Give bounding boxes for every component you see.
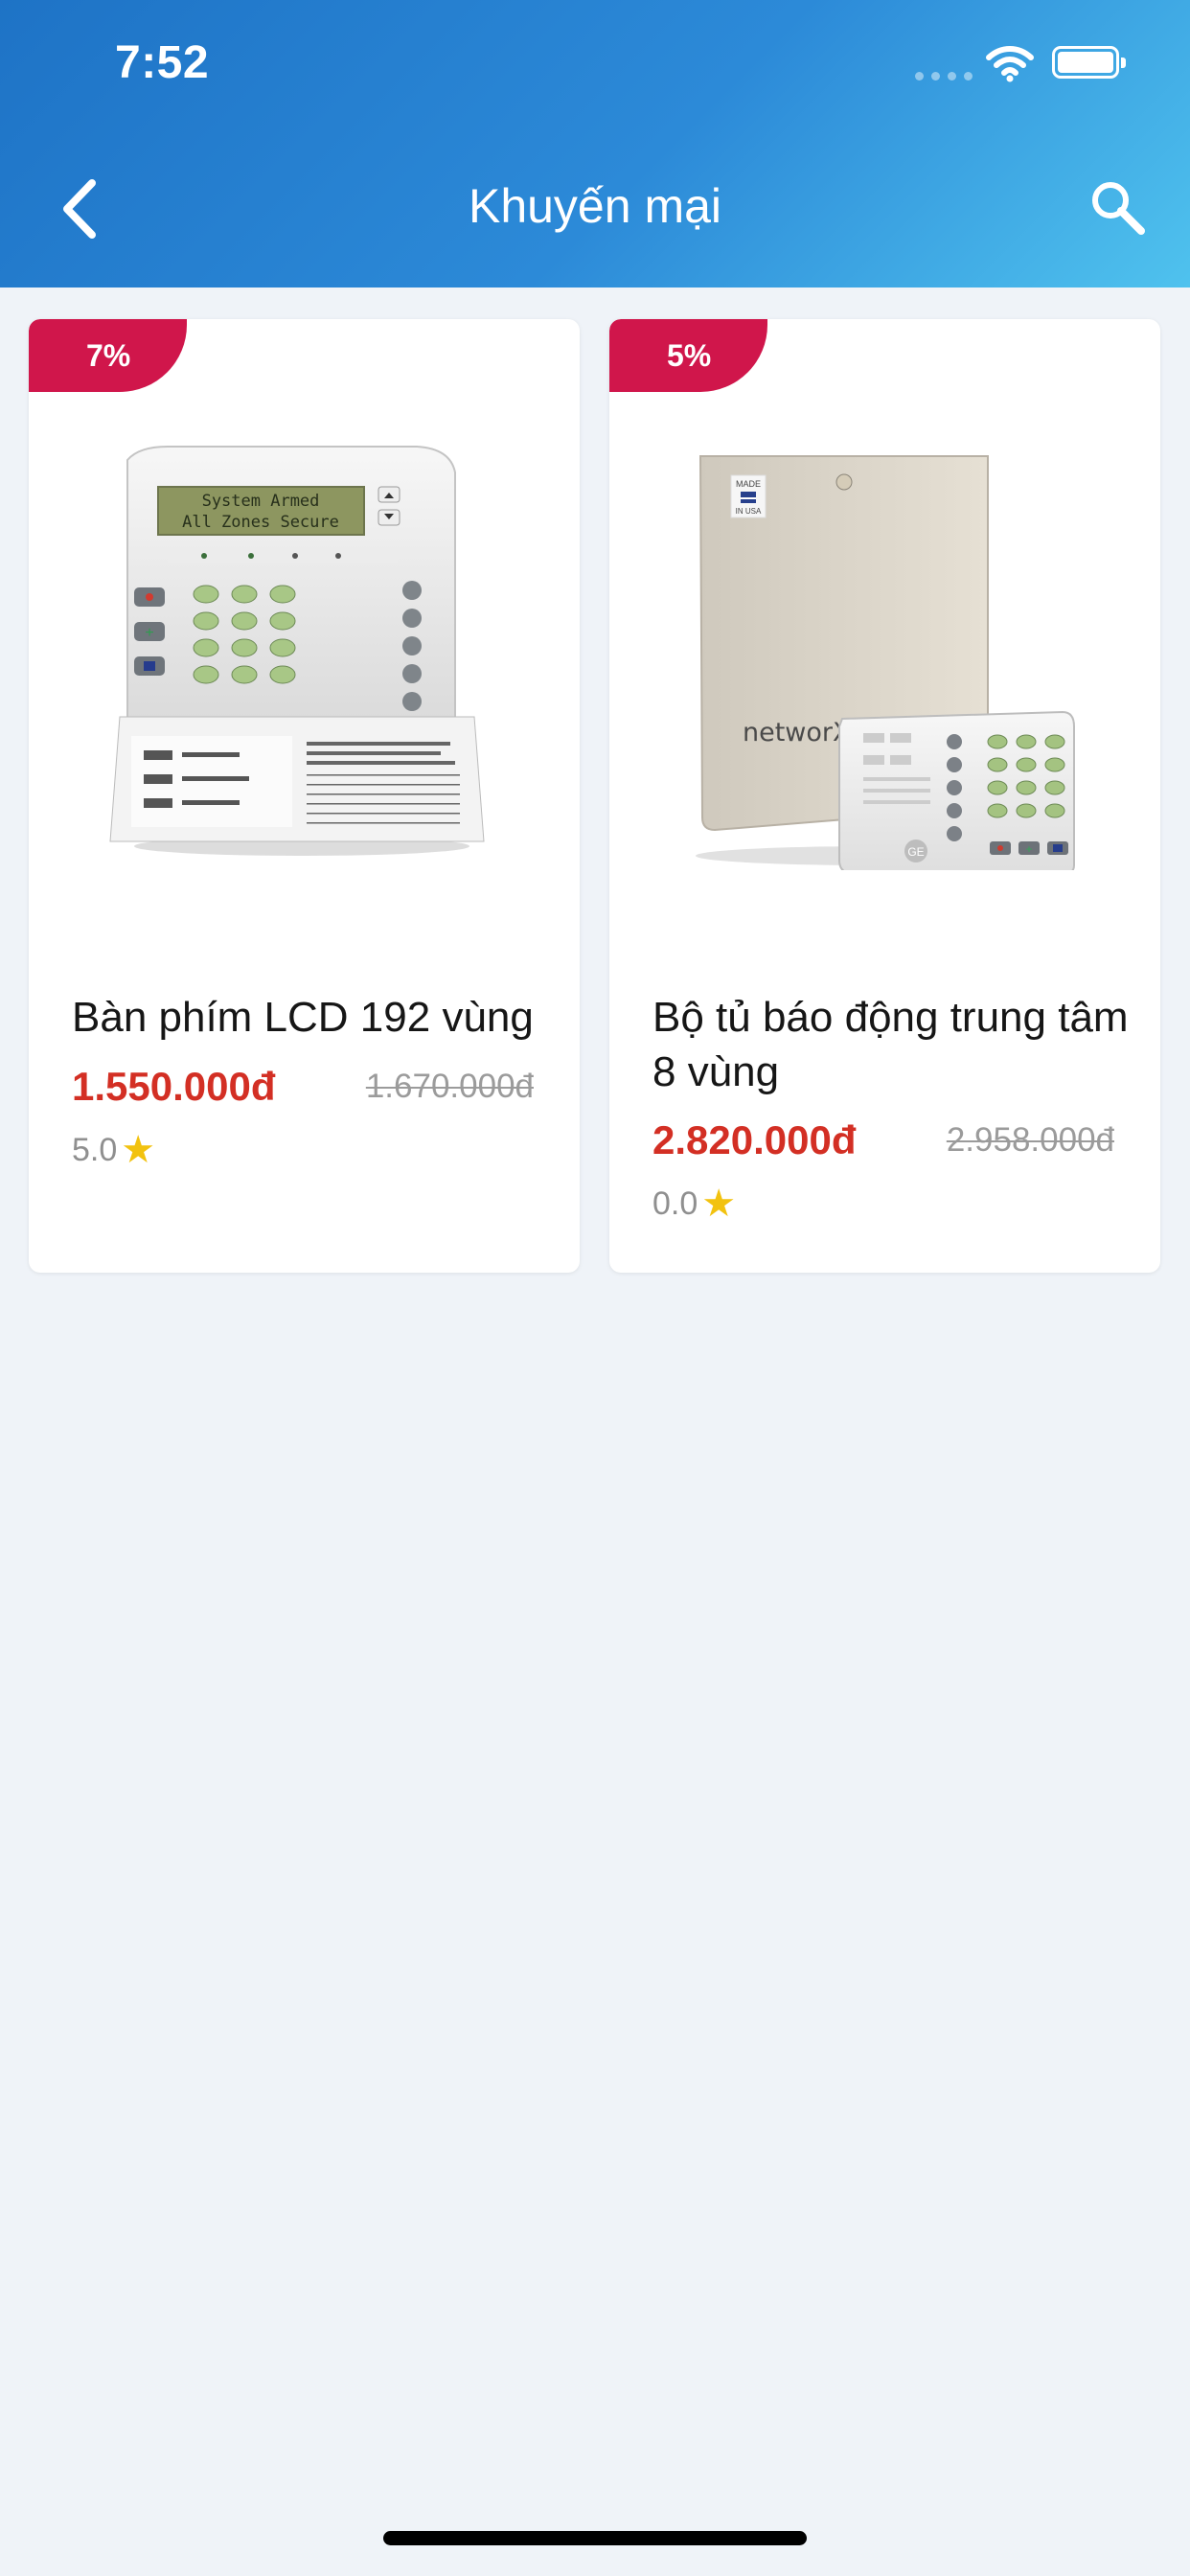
original-price: 2.958.000đ bbox=[946, 1121, 1114, 1159]
product-card-alarm-panel[interactable]: 5% MADE IN USA networX + GE Bộ tủ báo độ… bbox=[609, 319, 1160, 1273]
product-price: 1.550.000đ bbox=[72, 1064, 276, 1109]
svg-text:+: + bbox=[1025, 842, 1032, 856]
discount-badge: 5% bbox=[609, 319, 767, 392]
home-indicator[interactable] bbox=[383, 2531, 807, 2545]
star-icon: ★ bbox=[121, 1129, 156, 1171]
page-title: Khuyến mại bbox=[468, 179, 722, 233]
star-icon: ★ bbox=[701, 1183, 737, 1225]
app-header: 7:52 Khuyến mại bbox=[0, 0, 1190, 288]
rating-value: 0.0 bbox=[652, 1184, 698, 1222]
svg-text:+: + bbox=[145, 625, 153, 641]
product-price: 2.820.000đ bbox=[652, 1117, 857, 1162]
search-icon[interactable] bbox=[1087, 177, 1149, 239]
svg-text:MADE: MADE bbox=[736, 479, 761, 489]
original-price: 1.670.000đ bbox=[365, 1068, 534, 1105]
discount-badge: 7% bbox=[29, 319, 187, 392]
cellular-signal-icon bbox=[915, 72, 973, 80]
product-rating: 5.0 ★ bbox=[72, 1131, 155, 1169]
back-arrow-icon[interactable] bbox=[56, 175, 103, 242]
status-time: 7:52 bbox=[115, 37, 210, 88]
product-name: Bàn phím LCD 192 vùng bbox=[72, 994, 534, 1041]
battery-icon bbox=[1052, 46, 1126, 79]
networx-label: networX bbox=[743, 718, 851, 748]
rating-value: 5.0 bbox=[72, 1131, 118, 1168]
lcd-line-1: System Armed bbox=[202, 492, 320, 511]
svg-text:IN USA: IN USA bbox=[736, 507, 762, 516]
svg-text:GE: GE bbox=[907, 845, 924, 859]
lcd-keypad-product-image: System Armed All Zones Secure + bbox=[109, 446, 485, 856]
alarm-panel-product-image: MADE IN USA networX + GE bbox=[696, 455, 1075, 870]
product-name: Bộ tủ báo động trung tâm 8 vùng bbox=[652, 994, 1129, 1095]
lcd-line-2: All Zones Secure bbox=[182, 513, 339, 532]
wifi-icon bbox=[986, 46, 1034, 82]
product-card-lcd-keypad[interactable]: 7% System Armed All Zones Secure + Bàn p… bbox=[29, 319, 580, 1273]
product-rating: 0.0 ★ bbox=[652, 1184, 736, 1223]
